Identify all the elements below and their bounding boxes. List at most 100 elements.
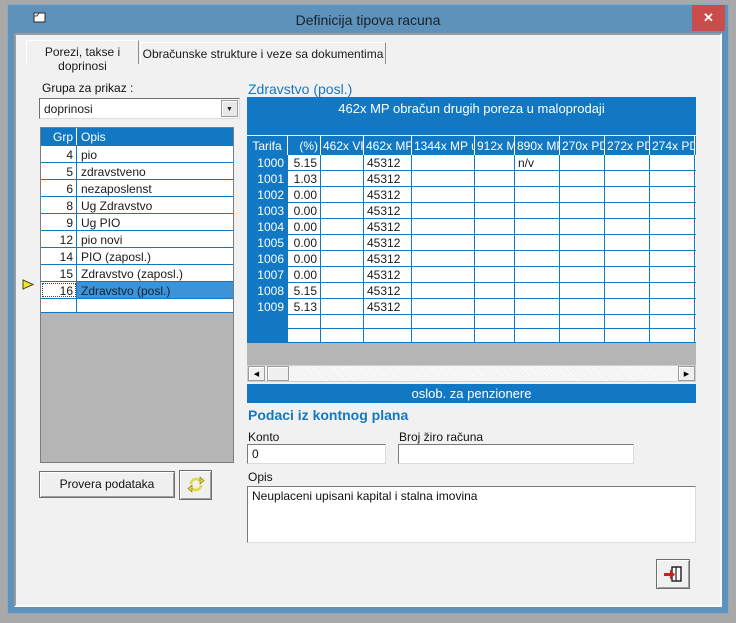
tariff-cell[interactable] bbox=[560, 315, 605, 328]
group-row-grp[interactable]: 9 bbox=[41, 214, 77, 230]
tariff-cell[interactable] bbox=[288, 329, 321, 342]
group-row[interactable]: 6 nezaposlenst bbox=[41, 180, 233, 197]
tariff-cell[interactable] bbox=[475, 155, 515, 170]
tariff-cell[interactable] bbox=[515, 187, 560, 202]
tariff-cell[interactable] bbox=[475, 219, 515, 234]
tariff-cell[interactable] bbox=[412, 299, 475, 314]
tariff-row-header[interactable]: 1007 bbox=[247, 267, 288, 282]
tariff-cell[interactable] bbox=[412, 203, 475, 218]
group-row-opis[interactable]: Ug PIO bbox=[77, 214, 233, 230]
tariff-cell[interactable] bbox=[515, 251, 560, 266]
tariff-cell[interactable] bbox=[321, 235, 364, 250]
tariff-row[interactable]: 1006 0.00 45312 bbox=[247, 251, 696, 267]
tariff-cell[interactable]: 5.15 bbox=[288, 155, 321, 170]
tariff-cell[interactable] bbox=[321, 219, 364, 234]
scroll-right-icon[interactable]: ▶ bbox=[678, 366, 695, 381]
tariff-cell[interactable] bbox=[605, 315, 650, 328]
group-row[interactable]: 12 pio novi bbox=[41, 231, 233, 248]
tariff-cell[interactable]: 5.13 bbox=[288, 299, 321, 314]
group-row-grp[interactable]: 16 bbox=[41, 282, 77, 298]
tariff-cell[interactable] bbox=[412, 235, 475, 250]
tab-porezi-takse-doprinosi[interactable]: Porezi, takse i doprinosi bbox=[26, 40, 139, 73]
tariff-cell[interactable] bbox=[605, 171, 650, 186]
group-select[interactable]: doprinosi ▼ bbox=[39, 98, 240, 119]
tariff-cell[interactable] bbox=[560, 299, 605, 314]
group-row-opis[interactable]: nezaposlenst bbox=[77, 180, 233, 196]
tariff-cell[interactable] bbox=[475, 171, 515, 186]
tariff-cell[interactable] bbox=[605, 283, 650, 298]
tariff-cell[interactable] bbox=[412, 155, 475, 170]
tariff-cell[interactable] bbox=[650, 203, 695, 218]
group-row[interactable]: 9 Ug PIO bbox=[41, 214, 233, 231]
group-row[interactable]: 15 Zdravstvo (zaposl.) bbox=[41, 265, 233, 282]
tariff-cell[interactable] bbox=[560, 235, 605, 250]
tariff-row[interactable]: 1007 0.00 45312 bbox=[247, 267, 696, 283]
tariff-cell[interactable] bbox=[475, 251, 515, 266]
tariff-row-header[interactable]: 1008 bbox=[247, 283, 288, 298]
tariff-cell[interactable]: 45312 bbox=[364, 171, 412, 186]
tariff-cell[interactable] bbox=[321, 315, 364, 328]
tariff-cell[interactable] bbox=[321, 267, 364, 282]
tariff-cell[interactable] bbox=[560, 155, 605, 170]
tariff-cell[interactable] bbox=[475, 187, 515, 202]
tariff-cell[interactable] bbox=[475, 299, 515, 314]
tariff-cell[interactable]: 0.00 bbox=[288, 219, 321, 234]
tariff-row[interactable]: 1009 5.13 45312 bbox=[247, 299, 696, 315]
group-row-opis[interactable]: Ug Zdravstvo bbox=[77, 197, 233, 213]
tariff-cell[interactable] bbox=[560, 283, 605, 298]
group-row-grp[interactable]: 14 bbox=[41, 248, 77, 264]
tariff-cell[interactable] bbox=[412, 251, 475, 266]
tariff-cell[interactable]: 45312 bbox=[364, 203, 412, 218]
tariff-cell[interactable] bbox=[650, 187, 695, 202]
tariff-cell[interactable] bbox=[650, 171, 695, 186]
tariff-cell[interactable]: 45312 bbox=[364, 299, 412, 314]
tariff-row-header[interactable]: 1003 bbox=[247, 203, 288, 218]
tariff-cell[interactable] bbox=[650, 235, 695, 250]
tariff-cell[interactable] bbox=[412, 315, 475, 328]
tariff-row[interactable]: 1008 5.15 45312 bbox=[247, 283, 696, 299]
tariff-cell[interactable] bbox=[515, 219, 560, 234]
tariff-cell[interactable] bbox=[560, 267, 605, 282]
tariff-cell[interactable] bbox=[288, 315, 321, 328]
tariff-cell[interactable] bbox=[560, 219, 605, 234]
tariff-cell[interactable]: 45312 bbox=[364, 155, 412, 170]
tariff-cell[interactable] bbox=[605, 251, 650, 266]
group-row[interactable]: 14 PIO (zaposl.) bbox=[41, 248, 233, 265]
provera-podataka-button[interactable]: Provera podataka bbox=[39, 471, 175, 498]
tariff-cell[interactable] bbox=[412, 283, 475, 298]
group-row-opis[interactable]: Zdravstvo (posl.) bbox=[77, 282, 233, 298]
tariff-cell[interactable]: 0.00 bbox=[288, 187, 321, 202]
group-row-opis[interactable]: Zdravstvo (zaposl.) bbox=[77, 265, 233, 281]
tariff-cell[interactable] bbox=[364, 329, 412, 342]
chevron-down-icon[interactable]: ▼ bbox=[221, 100, 238, 117]
tariff-cell[interactable] bbox=[515, 329, 560, 342]
tariff-cell[interactable] bbox=[321, 329, 364, 342]
tariff-row-header[interactable] bbox=[247, 329, 288, 342]
tariff-cell[interactable] bbox=[364, 315, 412, 328]
tariff-cell[interactable] bbox=[412, 171, 475, 186]
tariff-cell[interactable]: 45312 bbox=[364, 235, 412, 250]
tariff-cell[interactable] bbox=[475, 315, 515, 328]
tariff-row[interactable]: 1003 0.00 45312 bbox=[247, 203, 696, 219]
tariff-cell[interactable] bbox=[650, 155, 695, 170]
tariff-cell[interactable] bbox=[412, 329, 475, 342]
tariff-cell[interactable] bbox=[605, 219, 650, 234]
group-row-grp[interactable]: 8 bbox=[41, 197, 77, 213]
tariff-cell[interactable]: 0.00 bbox=[288, 235, 321, 250]
tariff-cell[interactable] bbox=[475, 267, 515, 282]
tariff-cell[interactable] bbox=[475, 203, 515, 218]
group-row-grp[interactable]: 5 bbox=[41, 163, 77, 179]
tariff-row-header[interactable]: 1000 bbox=[247, 155, 288, 170]
tariff-cell[interactable] bbox=[650, 219, 695, 234]
group-row-opis[interactable]: pio bbox=[77, 146, 233, 162]
tariff-cell[interactable] bbox=[605, 203, 650, 218]
group-row-grp[interactable]: 4 bbox=[41, 146, 77, 162]
tariff-cell[interactable] bbox=[515, 171, 560, 186]
tariff-row-header[interactable]: 1002 bbox=[247, 187, 288, 202]
tariff-cell[interactable]: 0.00 bbox=[288, 203, 321, 218]
tariff-cell[interactable] bbox=[560, 171, 605, 186]
group-row[interactable]: 8 Ug Zdravstvo bbox=[41, 197, 233, 214]
tariff-cell[interactable] bbox=[605, 329, 650, 342]
opis-textarea[interactable] bbox=[247, 486, 696, 543]
tariff-row-header[interactable] bbox=[247, 315, 288, 328]
